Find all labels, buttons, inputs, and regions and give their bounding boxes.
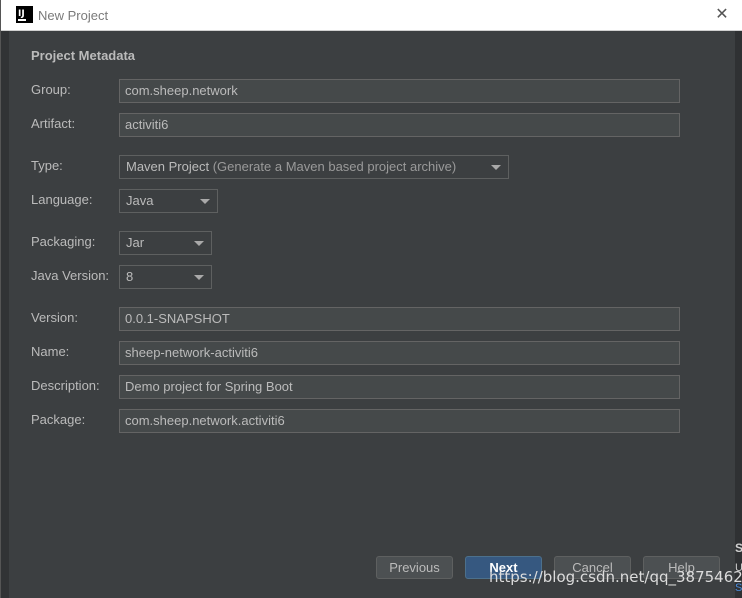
type-select[interactable]: Maven Project (Generate a Maven based pr… [119, 155, 509, 179]
packaging-select-value: Jar [126, 235, 145, 250]
description-field[interactable]: Demo project for Spring Boot [119, 375, 680, 399]
language-select[interactable]: Java [119, 189, 218, 213]
edge-text-s: S [735, 541, 742, 555]
type-select-hint: (Generate a Maven based project archive) [212, 159, 457, 174]
java-version-select-value: 8 [126, 269, 134, 284]
chevron-down-icon [491, 165, 501, 170]
description-label: Description: [31, 378, 100, 393]
artifact-label: Artifact: [31, 116, 76, 131]
section-title: Project Metadata [31, 48, 136, 63]
name-field[interactable]: sheep-network-activiti6 [119, 341, 680, 365]
java-version-label: Java Version: [31, 268, 110, 283]
window-title: New Project [38, 8, 109, 23]
edge-text-s2: S [735, 582, 742, 594]
version-label: Version: [31, 310, 78, 325]
right-gutter [735, 31, 742, 598]
package-label: Package: [31, 412, 86, 427]
intellij-icon: IJ [16, 6, 33, 23]
chevron-down-icon [200, 199, 210, 204]
chevron-down-icon [194, 241, 204, 246]
java-version-select[interactable]: 8 [119, 265, 212, 289]
version-field[interactable]: 0.0.1-SNAPSHOT [119, 307, 680, 331]
chevron-down-icon [194, 275, 204, 280]
package-field[interactable]: com.sheep.network.activiti6 [119, 409, 680, 433]
group-label: Group: [31, 82, 71, 97]
type-select-value: Maven Project [126, 159, 210, 174]
watermark-text: https://blog.csdn.net/qq_38754625 [489, 568, 742, 586]
packaging-label: Packaging: [31, 234, 96, 249]
title-bar: IJ New Project ✕ [1, 0, 742, 31]
language-select-value: Java [126, 193, 154, 208]
previous-button[interactable]: Previous [376, 556, 453, 579]
new-project-dialog: IJ New Project ✕ Project Metadata Group:… [0, 0, 742, 598]
name-label: Name: [31, 344, 70, 359]
language-label: Language: [31, 192, 93, 207]
packaging-select[interactable]: Jar [119, 231, 212, 255]
close-icon[interactable]: ✕ [715, 7, 729, 23]
left-gutter [1, 31, 9, 598]
type-label: Type: [31, 158, 63, 173]
edge-text-u: U [735, 562, 742, 574]
artifact-field[interactable]: activiti6 [119, 113, 680, 137]
group-field[interactable]: com.sheep.network [119, 79, 680, 103]
